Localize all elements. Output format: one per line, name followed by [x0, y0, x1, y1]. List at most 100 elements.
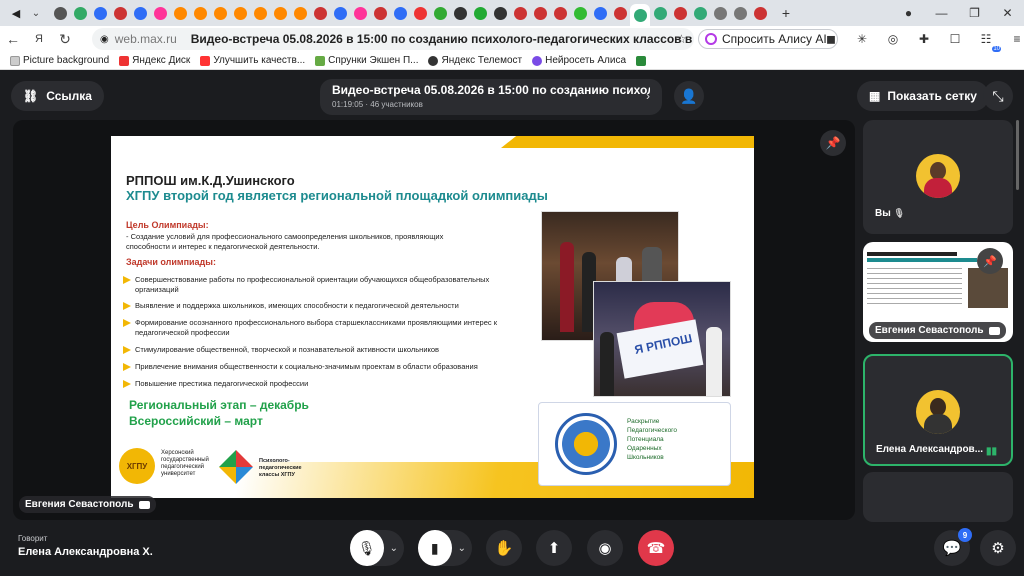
participant-tile-self[interactable]: Вы 🎙	[863, 120, 1013, 234]
link-button[interactable]: ⛓ Ссылка	[11, 81, 104, 111]
browser-tab[interactable]	[230, 4, 250, 22]
reload-button[interactable]: ↻	[52, 26, 78, 52]
audio-tab-icon[interactable]: ◀	[6, 4, 26, 22]
browser-tab[interactable]	[310, 4, 330, 22]
browser-tab[interactable]	[390, 4, 410, 22]
bookmark-item[interactable]: Спрунки Экшен П...	[315, 55, 418, 66]
bookmark-item[interactable]: Улучшить качеств...	[200, 55, 305, 66]
browser-tab[interactable]	[290, 4, 310, 22]
show-grid-button[interactable]: ▦ Показать сетку	[857, 81, 989, 111]
browser-tab[interactable]	[690, 4, 710, 22]
tab-favicon-icon	[593, 6, 607, 20]
ask-alisa-button[interactable]: Спросить Алису AI	[698, 29, 838, 49]
extension-icon[interactable]: ☐	[946, 30, 964, 48]
browser-tab[interactable]	[450, 4, 470, 22]
new-tab-button[interactable]: +	[776, 4, 796, 22]
add-participant-button[interactable]: 👤	[674, 81, 704, 111]
tab-favicon-icon	[673, 6, 687, 20]
profile-avatar-icon[interactable]: ●	[892, 0, 925, 26]
participant-tile-screen[interactable]: 📌 Евгения Севастополь	[863, 242, 1013, 342]
classes-name: Психолого-педагогические классы ХГПУ	[259, 458, 302, 478]
browser-tab[interactable]	[530, 4, 550, 22]
bookmark-item[interactable]: Нейросеть Алиса	[532, 55, 626, 66]
browser-tab[interactable]	[270, 4, 290, 22]
browser-tab[interactable]	[570, 4, 590, 22]
pin-icon[interactable]: 📌	[977, 248, 1003, 274]
browser-tab[interactable]	[90, 4, 110, 22]
pin-icon[interactable]: 📌	[820, 130, 846, 156]
extensions-puzzle-icon[interactable]: ✚	[915, 30, 933, 48]
bookmark-item[interactable]: Яндекс Телемост	[428, 55, 522, 66]
browser-tab[interactable]	[70, 4, 90, 22]
tab-list-chevron-icon[interactable]: ⌄	[26, 4, 46, 22]
minimize-button[interactable]: —	[925, 0, 958, 26]
tab-favicon-icon	[753, 6, 767, 20]
bookmark-item[interactable]: Picture background	[10, 55, 109, 66]
restore-button[interactable]: ❐	[958, 0, 991, 26]
browser-tab[interactable]	[550, 4, 570, 22]
browser-tab[interactable]	[170, 4, 190, 22]
browser-tab[interactable]	[110, 4, 130, 22]
participant-tile-partial[interactable]	[863, 472, 1013, 522]
browser-tab[interactable]	[430, 4, 450, 22]
browser-tab[interactable]	[150, 4, 170, 22]
browser-tab[interactable]	[510, 4, 530, 22]
share-screen-button[interactable]: ⬆	[536, 530, 572, 566]
close-window-button[interactable]: ✕	[991, 0, 1024, 26]
chevron-right-icon: ›	[646, 89, 650, 103]
mic-options-chevron-icon[interactable]: ⌄	[384, 543, 404, 554]
browser-tab[interactable]	[590, 4, 610, 22]
extension-icon[interactable]: ◼	[822, 30, 840, 48]
browser-tab[interactable]	[190, 4, 210, 22]
participant-name: Евгения Севастополь	[869, 322, 1006, 339]
raise-hand-button[interactable]: ✋	[486, 530, 522, 566]
end-call-button[interactable]: ☎	[638, 530, 674, 566]
record-button[interactable]: ◉	[587, 530, 623, 566]
participants-scrollbar[interactable]	[1016, 120, 1019, 190]
browser-tab[interactable]	[50, 4, 70, 22]
browser-tab[interactable]	[410, 4, 430, 22]
browser-tab[interactable]	[630, 4, 650, 26]
participant-name: Елена Александров...	[876, 444, 984, 455]
tab-favicon-icon	[173, 6, 187, 20]
camera-options-chevron-icon[interactable]: ⌄	[452, 543, 472, 554]
browser-tab[interactable]	[330, 4, 350, 22]
bookmark-item[interactable]: Яндекс Диск	[119, 55, 190, 66]
browser-tab[interactable]	[470, 4, 490, 22]
browser-tab[interactable]	[730, 4, 750, 22]
browser-tab[interactable]	[710, 4, 730, 22]
menu-icon[interactable]: ≡	[1008, 30, 1024, 48]
url-field[interactable]: ◉ web.max.ru Видео-встреча 05.08.2026 в …	[92, 28, 694, 50]
browser-tab[interactable]	[650, 4, 670, 22]
tab-favicon-icon	[473, 6, 487, 20]
bookmark-star-icon[interactable]: ☆	[676, 32, 687, 46]
browser-tab[interactable]	[210, 4, 230, 22]
tab-favicon-icon	[653, 6, 667, 20]
tab-favicon-icon	[353, 6, 367, 20]
browser-tab[interactable]	[670, 4, 690, 22]
meeting-info[interactable]: Видео-встреча 05.08.2026 в 15:00 по созд…	[320, 79, 662, 115]
yandex-home-icon[interactable]: Я	[26, 26, 52, 52]
back-button[interactable]: ←	[0, 26, 26, 52]
extension-icon[interactable]: ◎	[884, 30, 902, 48]
camera-off-icon[interactable]: ▮	[418, 530, 452, 566]
site-settings-icon[interactable]: ◉	[100, 34, 109, 45]
microphone-control[interactable]: 🎙 ⌄	[350, 530, 404, 566]
extension-icon[interactable]: ☷ 10	[977, 30, 1001, 52]
browser-tab[interactable]	[250, 4, 270, 22]
minimize-view-button[interactable]: ⤡	[983, 81, 1013, 111]
browser-tab[interactable]	[490, 4, 510, 22]
browser-tab[interactable]	[750, 4, 770, 22]
settings-gear-icon[interactable]: ⚙	[980, 530, 1016, 566]
event-photo-2: Я РППОШ	[593, 281, 731, 397]
extension-icon[interactable]: ✳	[853, 30, 871, 48]
browser-tab[interactable]	[610, 4, 630, 22]
browser-tab[interactable]	[370, 4, 390, 22]
camera-control[interactable]: ▮ ⌄	[418, 530, 472, 566]
mic-off-icon[interactable]: 🎙	[350, 530, 384, 566]
bookmark-item[interactable]	[636, 55, 649, 66]
browser-tab[interactable]	[350, 4, 370, 22]
participant-tile-speaker[interactable]: Елена Александров... ▮▮	[863, 354, 1013, 466]
tab-favicon-icon	[53, 6, 67, 20]
browser-tab[interactable]	[130, 4, 150, 22]
